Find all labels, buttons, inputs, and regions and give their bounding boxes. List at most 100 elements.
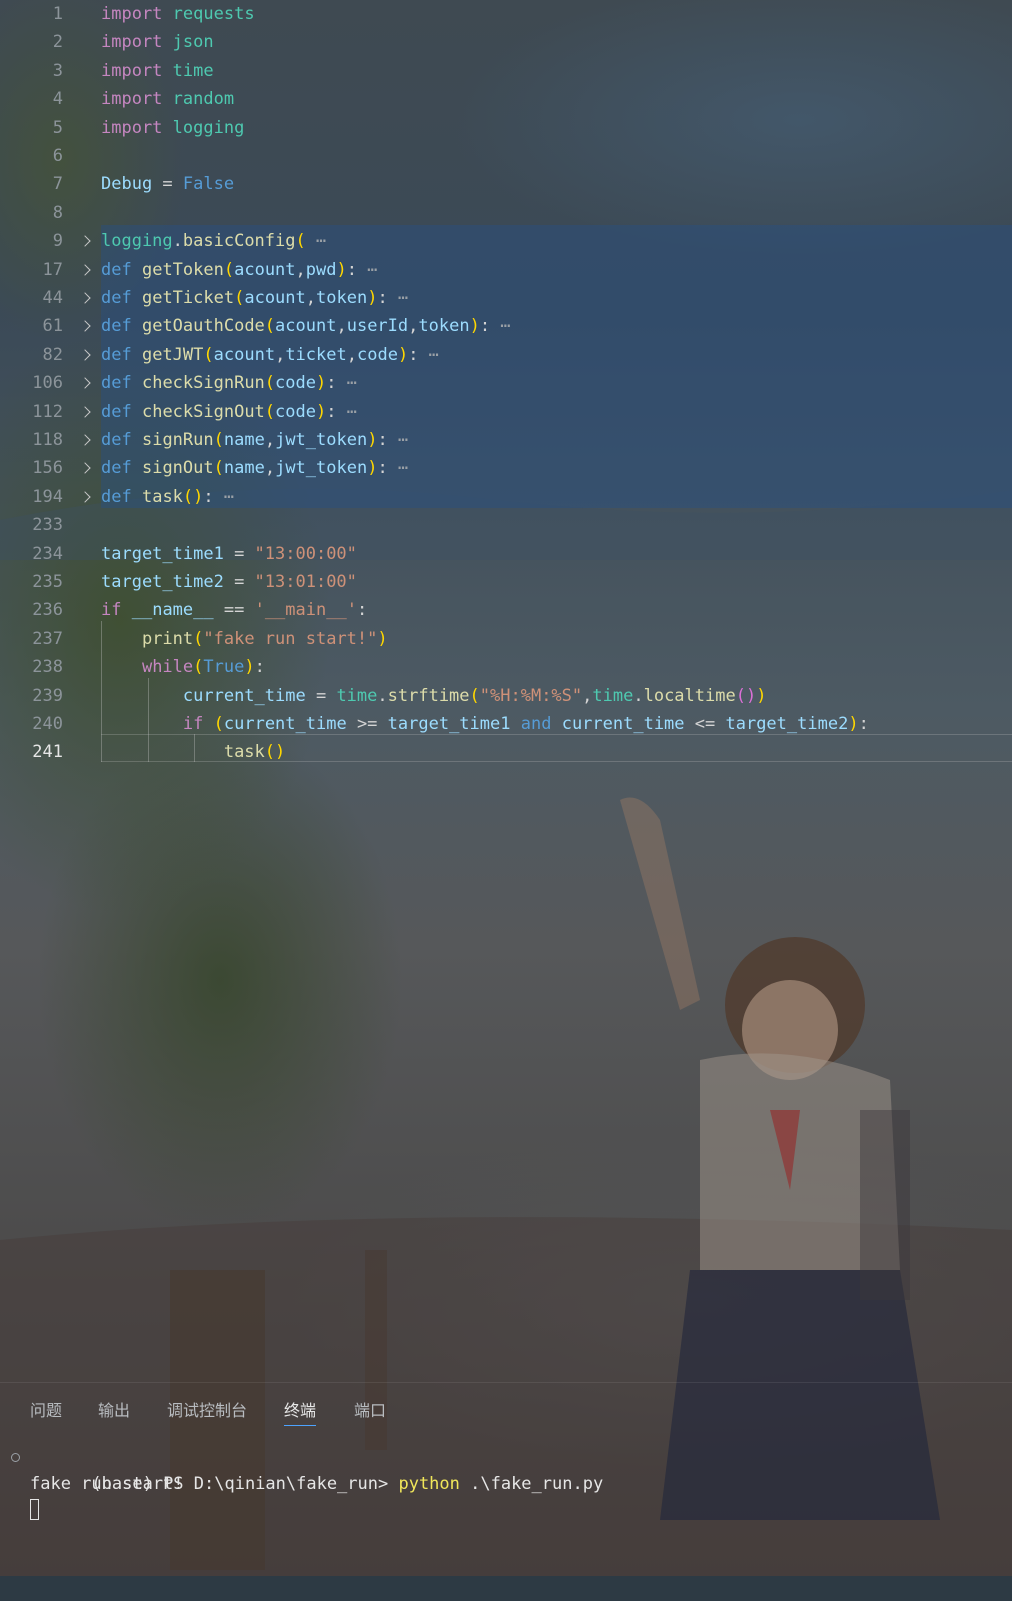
code-token: ( [295,231,306,252]
code-token: True [203,657,245,678]
code-token: ) [367,288,378,308]
tab-ports[interactable]: 端口 [354,1397,386,1421]
code-token: json [172,32,214,53]
code-token: ) [367,430,378,450]
code-line[interactable]: 1 import requests [0,0,1012,28]
code-line[interactable]: 234 target_time1 = "13:00:00" [0,540,1012,568]
code-token: = [223,543,255,564]
code-line[interactable]: 194 def task(): ⋯ [0,483,1012,511]
code-token: signOut [141,458,214,479]
code-token: code [275,373,316,394]
code-line[interactable]: 7 Debug = False [0,170,1012,198]
code-token: = [223,572,255,592]
code-text: def signOut(name,jwt_token): ⋯ [101,454,408,482]
code-token: ( [203,344,214,365]
code-token: while [141,657,194,678]
fold-chevron-right-icon[interactable] [78,284,94,312]
code-token: : [326,373,337,394]
code-token: : [326,401,337,422]
code-line[interactable]: 82 def getJWT(acount,ticket,code): ⋯ [0,341,1012,369]
code-token: . [633,685,644,706]
code-line[interactable]: 2 import json [0,28,1012,56]
code-token: code [356,344,398,365]
code-token: ( [264,373,276,394]
code-token: = [305,685,337,706]
code-line[interactable]: 238 while(True): [0,653,1012,681]
code-token: , [295,259,306,280]
code-token: acount [244,288,306,308]
code-token: logging [101,231,173,252]
line-number: 239 [32,685,63,706]
code-line[interactable]: 112 def checkSignOut(code): ⋯ [0,398,1012,426]
tab-output[interactable]: 输出 [98,1397,130,1421]
line-number: 112 [32,401,63,422]
code-line[interactable]: 118 def signRun(name,jwt_token): ⋯ [0,426,1012,454]
fold-chevron-right-icon[interactable] [78,454,94,482]
tab-terminal[interactable]: 终端 [284,1397,317,1426]
code-token: acount [213,344,276,365]
fold-chevron-right-icon[interactable] [78,312,94,340]
code-line[interactable]: 9 logging.basicConfig( ⋯ [0,227,1012,255]
code-line[interactable]: 6 [0,142,1012,170]
code-token: current_time [223,714,347,734]
code-line[interactable]: 237 print("fake run start!") [0,625,1012,653]
code-token: : [377,458,388,479]
code-token: ) [367,458,378,479]
code-line[interactable]: 106 def checkSignRun(code): ⋯ [0,369,1012,397]
code-line[interactable]: 156 def signOut(name,jwt_token): ⋯ [0,454,1012,482]
code-editor[interactable]: 1 import requests 2 import json 3 import time… [0,0,1012,780]
fold-chevron-right-icon[interactable] [78,227,94,255]
code-token: def [101,373,132,394]
line-number: 118 [32,430,63,450]
fold-chevron-right-icon[interactable] [78,369,94,397]
code-line[interactable]: 235 target_time2 = "13:01:00" [0,568,1012,596]
code-token: checkSignOut [141,401,265,422]
code-line[interactable]: 241 task() [0,738,1012,766]
code-line[interactable]: 5 import logging [0,114,1012,142]
code-token: name [223,430,265,450]
code-text: import time [101,57,214,85]
code-line[interactable]: 239 current_time = time.strftime("%H:%M:… [0,682,1012,710]
code-line[interactable]: 240 if (current_time >= target_time1 and… [0,710,1012,738]
fold-chevron-right-icon[interactable] [78,256,94,284]
code-token: "13:01:00" [254,572,357,592]
code-line[interactable]: 44 def getTicket(acount,token): ⋯ [0,284,1012,312]
line-number: 2 [52,32,63,53]
code-text: def getJWT(acount,ticket,code): ⋯ [101,341,439,369]
tab-debug-console[interactable]: 调试控制台 [167,1397,247,1421]
code-line[interactable]: 236 if __name__ == '__main__': [0,596,1012,624]
terminal-command: python [398,1474,460,1494]
code-token: . [172,231,183,252]
code-line[interactable]: 233 [0,511,1012,539]
code-token: and [520,714,552,734]
fold-chevron-right-icon[interactable] [78,426,94,454]
code-token: getTicket [141,288,235,308]
command-status-circle-icon[interactable] [11,1453,20,1462]
code-token: ) [377,628,388,649]
fold-chevron-right-icon[interactable] [78,398,94,426]
code-token: ) [336,259,347,280]
code-line[interactable]: 4 import random [0,85,1012,113]
code-token: ) [397,344,409,365]
tab-problems[interactable]: 问题 [30,1397,62,1421]
code-line[interactable]: 17 def getToken(acount,pwd): ⋯ [0,256,1012,284]
code-token: token [418,316,470,337]
code-token: , [582,685,593,706]
code-line[interactable]: 3 import time [0,57,1012,85]
code-token: getToken [141,259,224,280]
code-token: task [141,486,183,507]
fold-chevron-right-icon[interactable] [78,341,94,369]
code-line[interactable]: 8 [0,199,1012,227]
code-token: ( [193,657,204,678]
terminal[interactable]: (base) PS D:\qinian\fake_run> python .\f… [0,1445,1012,1601]
fold-chevron-right-icon[interactable] [78,483,94,511]
code-token: ( [193,628,204,649]
code-token: False [182,174,235,195]
code-text: import random [101,85,234,113]
code-line[interactable]: 61 def getOauthCode(acount,userId,token):… [0,312,1012,340]
